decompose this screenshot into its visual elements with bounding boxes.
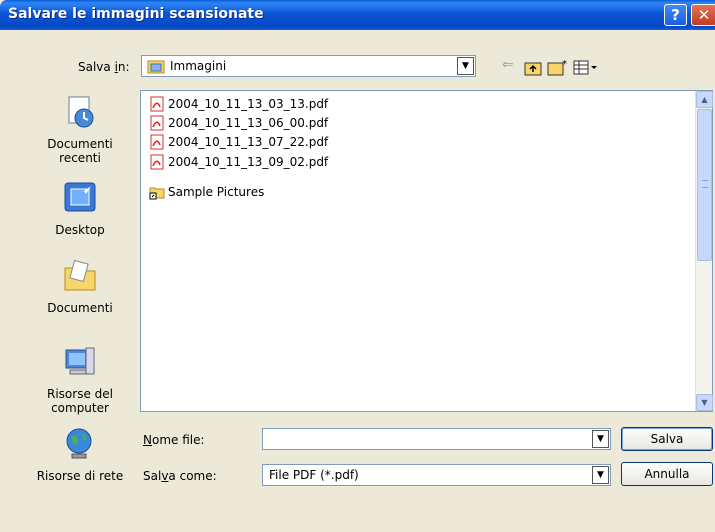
list-item[interactable]: Sample Pictures	[149, 183, 264, 200]
desktop-icon	[64, 182, 96, 212]
pdf-icon	[150, 154, 164, 169]
savetype-label: Salva come:	[143, 469, 217, 483]
place-label: Risorse di rete	[36, 469, 124, 483]
network-icon	[66, 428, 92, 459]
place-my-computer[interactable]: Risorse del computer	[30, 344, 130, 415]
scroll-up-button[interactable]: ▲	[696, 91, 713, 108]
file-name: 2004_10_11_13_09_02.pdf	[168, 154, 329, 169]
savein-combo[interactable]: Immagini ▼	[141, 55, 476, 77]
vertical-scrollbar[interactable]: ▲ ▼	[695, 91, 713, 411]
pdf-icon	[150, 96, 164, 111]
pdf-icon	[150, 115, 164, 130]
scroll-thumb[interactable]	[697, 109, 712, 261]
place-documents[interactable]: Documenti	[30, 258, 130, 315]
chevron-down-icon[interactable]: ▼	[457, 57, 474, 75]
file-name: 2004_10_11_13_07_22.pdf	[168, 134, 329, 149]
list-item[interactable]: 2004_10_11_13_09_02.pdf	[149, 153, 328, 170]
pdf-icon	[150, 134, 164, 149]
chevron-down-icon[interactable]: ▼	[592, 430, 609, 448]
savetype-value: File PDF (*.pdf)	[269, 468, 359, 482]
list-item[interactable]: 2004_10_11_13_07_22.pdf	[149, 133, 328, 150]
window-title: Salvare le immagini scansionate	[8, 6, 264, 22]
view-menu-icon[interactable]	[573, 60, 599, 80]
svg-text:*: *	[562, 59, 567, 70]
chevron-down-icon[interactable]: ▼	[592, 466, 609, 484]
back-icon[interactable]: ⇐	[502, 57, 514, 77]
grip-icon	[702, 180, 708, 188]
place-label: Risorse del computer	[47, 387, 113, 415]
savein-value: Immagini	[170, 59, 227, 73]
savein-label: Salva in:	[78, 60, 130, 74]
new-folder-icon[interactable]: *	[547, 58, 569, 78]
help-button[interactable]: ?	[664, 4, 687, 26]
savetype-combo[interactable]: File PDF (*.pdf) ▼	[262, 464, 611, 486]
save-button-label: Salva	[650, 432, 684, 446]
list-item[interactable]: 2004_10_11_13_03_13.pdf	[149, 95, 328, 112]
file-name: 2004_10_11_13_03_13.pdf	[168, 96, 329, 111]
save-button[interactable]: Salva	[621, 427, 713, 451]
place-network[interactable]: Risorse di rete	[30, 426, 130, 483]
scroll-down-button[interactable]: ▼	[696, 394, 713, 411]
my-computer-icon	[65, 347, 95, 375]
place-recent-documents[interactable]: Documenti recenti	[30, 94, 130, 165]
cancel-button-label: Annulla	[644, 467, 690, 481]
place-label: Documenti	[47, 301, 113, 315]
filename-combo[interactable]: ▼	[262, 428, 611, 450]
recent-documents-icon	[68, 96, 94, 128]
close-button[interactable]: ✕	[691, 4, 715, 26]
my-pictures-folder-icon	[147, 60, 165, 74]
folder-shortcut-icon	[149, 187, 165, 199]
cancel-button[interactable]: Annulla	[621, 462, 713, 486]
list-item[interactable]: 2004_10_11_13_06_00.pdf	[149, 114, 328, 131]
file-name: Sample Pictures	[168, 184, 265, 199]
file-list[interactable]: 2004_10_11_13_03_13.pdf 2004_10_11_13_06…	[140, 90, 713, 412]
place-label: Desktop	[55, 223, 105, 237]
file-name: 2004_10_11_13_06_00.pdf	[168, 115, 329, 130]
place-label: Documenti recenti	[47, 137, 113, 165]
filename-label: Nome file:	[143, 433, 205, 447]
up-folder-icon[interactable]	[524, 60, 542, 80]
title-bar: Salvare le immagini scansionate ? ✕	[0, 0, 715, 30]
documents-folder-icon	[64, 259, 96, 291]
place-desktop[interactable]: Desktop	[30, 180, 130, 237]
